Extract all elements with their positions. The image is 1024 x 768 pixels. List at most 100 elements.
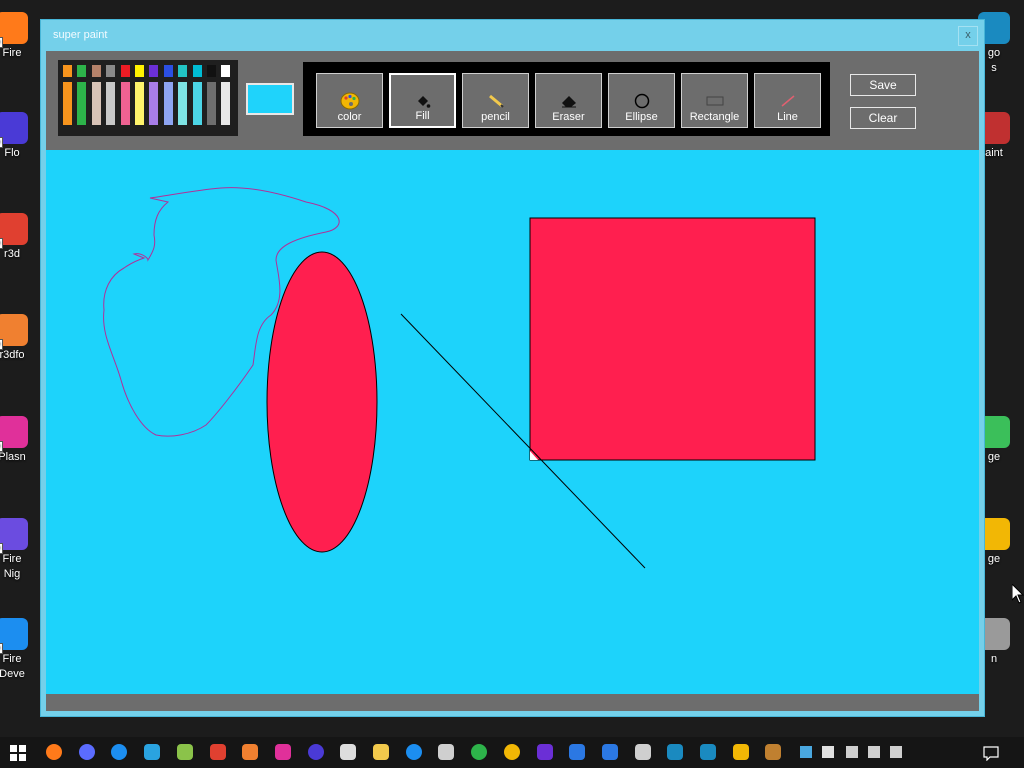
app-icon[interactable] [242, 744, 259, 760]
palette-swatch[interactable] [178, 65, 188, 77]
tool-rectangle-button[interactable]: Rectangle [681, 73, 748, 128]
palette-swatch[interactable] [192, 65, 202, 77]
tool-color-button[interactable]: color [316, 73, 383, 128]
desktop-shortcut[interactable]: ↗Plasn [0, 416, 42, 465]
palette-swatch[interactable] [135, 82, 144, 125]
desktop-shortcut[interactable]: ↗Fire [0, 12, 42, 61]
shortcut-arrow-icon: ↗ [0, 339, 3, 350]
tool-label: color [337, 111, 362, 123]
mouse-cursor-icon [1012, 584, 1024, 604]
zen-icon[interactable] [340, 744, 357, 760]
chrome-icon[interactable] [503, 744, 520, 760]
app-icon: ↗ [0, 618, 28, 654]
firefox-icon[interactable] [78, 744, 95, 760]
app-icon[interactable] [274, 744, 291, 760]
app-icon[interactable] [144, 744, 161, 760]
tool-label: Ellipse [625, 111, 658, 123]
desktop-shortcut-label: Fire [2, 47, 22, 59]
desktop-shortcut[interactable]: ↗Fire Nig [0, 518, 42, 582]
app-icon: ↗ [0, 314, 28, 350]
palette-swatch[interactable] [149, 82, 159, 125]
palette-swatch[interactable] [135, 65, 144, 77]
palette-swatch[interactable] [221, 82, 231, 125]
app-icon[interactable] [569, 744, 586, 760]
palette-swatch[interactable] [192, 82, 202, 125]
palette-swatch[interactable] [149, 65, 159, 77]
palette-swatch[interactable] [221, 65, 231, 77]
shortcut-arrow-icon: ↗ [0, 543, 3, 554]
client-area: color Fill pencil Eraser Ellipse Rectangle Lin… [46, 51, 979, 711]
desktop-shortcut[interactable]: ↗r3d [0, 213, 42, 262]
palette-swatch[interactable] [207, 65, 216, 77]
clear-button[interactable]: Clear [850, 107, 916, 129]
app-icon[interactable] [536, 744, 553, 760]
palette-swatch[interactable] [178, 82, 188, 125]
palette-swatch[interactable] [77, 65, 87, 77]
ellipse-icon [609, 92, 674, 110]
ellipse-shape [266, 251, 378, 553]
tool-label: Line [777, 111, 798, 123]
tool-eraser-button[interactable]: Eraser [535, 73, 602, 128]
save-button[interactable]: Save [850, 74, 916, 96]
shield-icon[interactable] [822, 746, 834, 758]
volume-muted-icon[interactable] [890, 746, 902, 758]
taskbar [0, 737, 1024, 768]
palette-swatch[interactable] [63, 82, 72, 125]
status-strip [46, 694, 979, 711]
color-palette [58, 60, 238, 136]
tool-bar: color Fill pencil Eraser Ellipse Rectangle Lin… [303, 62, 830, 136]
desktop-shortcut[interactable]: ↗Flo [0, 112, 42, 161]
app-icon[interactable] [667, 744, 684, 760]
tool-label: Rectangle [689, 111, 740, 123]
palette-swatch[interactable] [106, 65, 116, 77]
floorp-icon[interactable] [307, 744, 324, 760]
tool-label: pencil [481, 111, 510, 123]
app-icon[interactable] [634, 744, 651, 760]
paint-bucket-icon [391, 93, 454, 111]
app-icon[interactable] [176, 744, 193, 760]
usb-icon[interactable] [846, 746, 858, 758]
tool-ellipse-button[interactable]: Ellipse [608, 73, 675, 128]
tool-pencil-button[interactable]: pencil [462, 73, 529, 128]
windows-start-icon[interactable] [10, 745, 26, 761]
network-icon[interactable] [868, 746, 880, 758]
palette-swatch[interactable] [77, 82, 87, 125]
notification-icon[interactable] [983, 745, 999, 761]
app-icon[interactable] [601, 744, 618, 760]
close-button[interactable]: x [958, 26, 978, 46]
tray-icon[interactable] [800, 746, 812, 758]
tool-line-button[interactable]: Line [754, 73, 821, 128]
app-icon[interactable] [471, 744, 488, 760]
app-icon: ↗ [0, 12, 28, 48]
palette-swatch[interactable] [120, 82, 130, 125]
palette-swatch[interactable] [163, 65, 173, 77]
firefox-icon[interactable] [111, 744, 128, 760]
title-bar[interactable]: super paint x [41, 20, 984, 51]
palette-swatch[interactable] [120, 65, 130, 77]
app-icon[interactable] [732, 744, 749, 760]
palette-swatch[interactable] [106, 82, 116, 125]
tool-fill-button[interactable]: Fill [389, 73, 456, 128]
app-icon[interactable] [209, 744, 226, 760]
desktop-shortcut[interactable]: ↗r3dfo [0, 314, 42, 363]
shortcut-arrow-icon: ↗ [0, 37, 3, 48]
app-icon: ↗ [0, 112, 28, 148]
palette-icon [317, 92, 382, 110]
line-icon [755, 92, 820, 110]
palette-swatch[interactable] [207, 82, 216, 125]
desktop-shortcut-label: Plasn [0, 451, 26, 463]
desktop-shortcut[interactable]: ↗Fire Deve [0, 618, 42, 682]
app-icon[interactable] [405, 744, 422, 760]
palette-swatch[interactable] [91, 65, 101, 77]
app-icon[interactable] [700, 744, 716, 760]
mercury-icon[interactable] [373, 744, 389, 760]
app-icon[interactable] [765, 744, 782, 760]
app-icon[interactable] [438, 744, 455, 760]
palette-swatch[interactable] [63, 65, 72, 77]
palette-swatch[interactable] [163, 82, 173, 125]
drawing-canvas[interactable] [46, 150, 979, 694]
palette-swatch[interactable] [91, 82, 101, 125]
window-title: super paint [53, 29, 108, 41]
firefox-icon[interactable] [46, 744, 62, 760]
rectangle-shape [529, 217, 816, 461]
